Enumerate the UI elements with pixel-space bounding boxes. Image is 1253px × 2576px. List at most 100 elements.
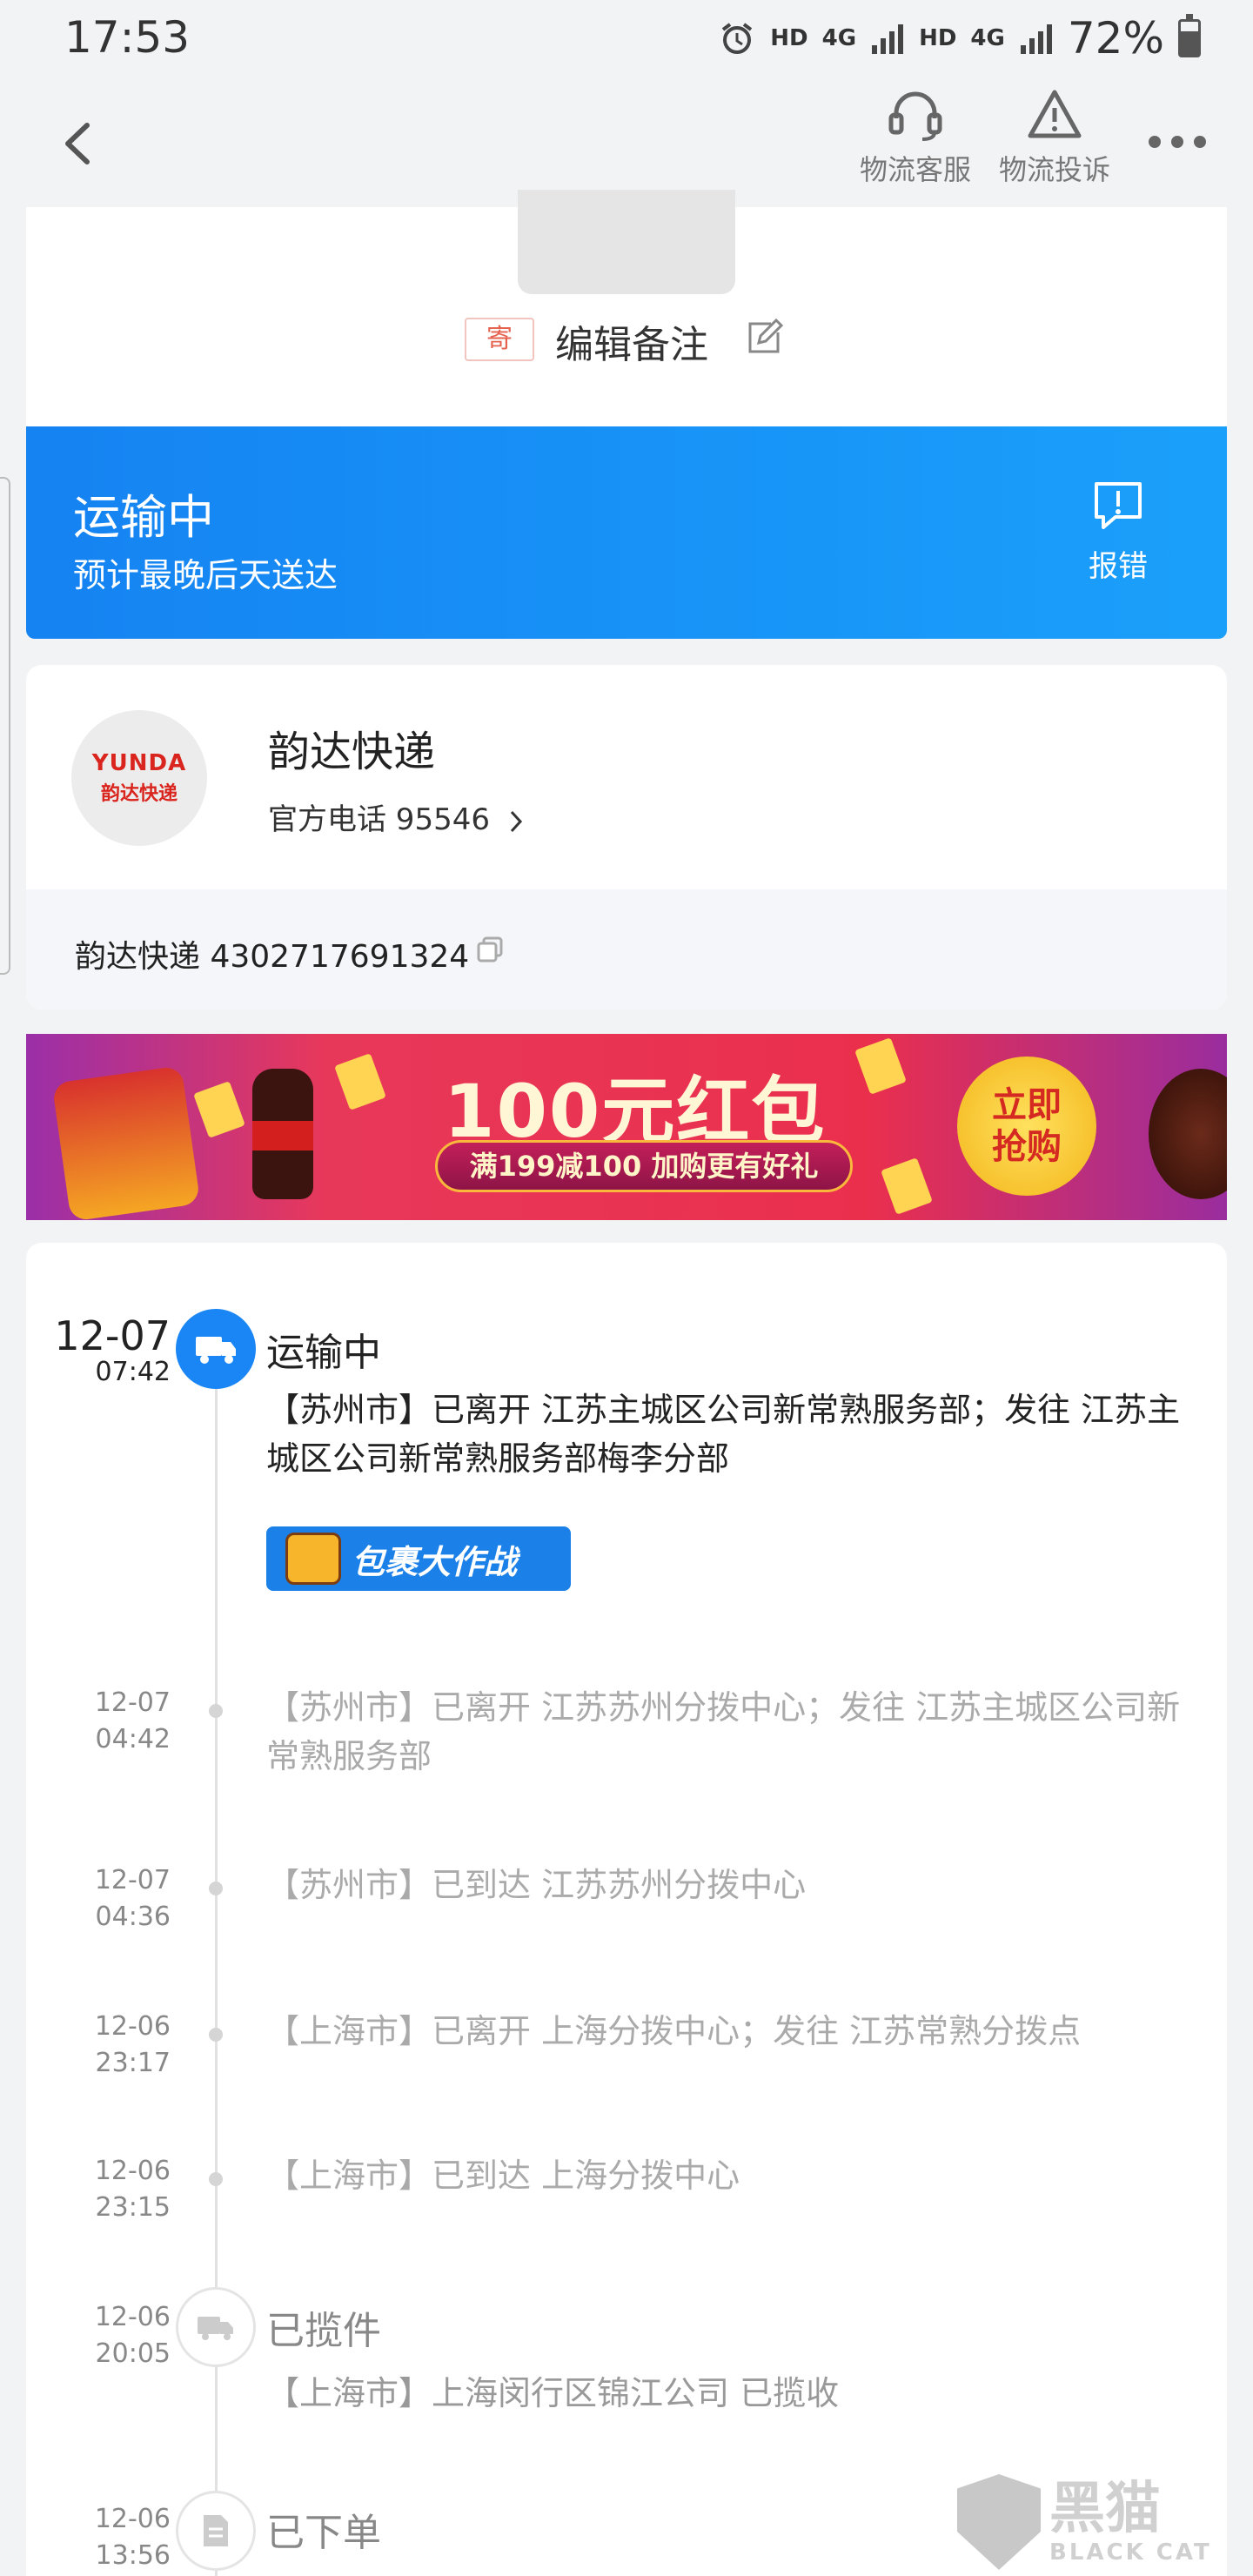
chevron-right-icon xyxy=(510,810,522,832)
timeline-date: 12-07 04:42 xyxy=(31,1685,171,1758)
carrier-phone-text: 官方电话 95546 xyxy=(268,802,490,837)
alarm-icon xyxy=(722,23,753,54)
status-title: 运输中 xyxy=(73,490,214,545)
event-date: 12-06 xyxy=(94,2011,171,2042)
black-cat-watermark: 黑猫 BLACK CAT xyxy=(957,2468,1218,2576)
tracking-timeline: 12-07 07:42 运输中 【苏州市】已离开 江苏主城区公司新常熟服务部；发… xyxy=(26,1243,1227,2576)
hd-label: HD xyxy=(770,25,808,51)
copy-icon[interactable] xyxy=(475,935,505,964)
timeline-date: 12-06 13:56 xyxy=(31,2501,171,2574)
timeline-date: 12-06 23:15 xyxy=(31,2153,171,2226)
pickup-truck-icon xyxy=(176,2287,256,2367)
back-button[interactable] xyxy=(52,113,104,174)
timeline-event-text: 【上海市】已到达 上海分拨中心 xyxy=(266,2157,740,2195)
buy-now-label: 立即抢购 xyxy=(992,1085,1062,1167)
complaint-button[interactable]: 物流投诉 xyxy=(968,85,1142,188)
timeline-date: 12-06 20:05 xyxy=(31,2299,171,2372)
battery-icon xyxy=(1178,14,1201,57)
event-time: 04:36 xyxy=(95,1902,171,1932)
timeline-dot xyxy=(209,2028,223,2042)
event-time: 23:15 xyxy=(95,2192,171,2223)
more-dot xyxy=(1194,136,1206,148)
event-date: 12-06 xyxy=(94,2156,171,2186)
timeline-date: 12-07 04:36 xyxy=(31,1862,171,1935)
more-dot xyxy=(1171,136,1183,148)
timeline-dot xyxy=(209,2172,223,2186)
carrier-name: 韵达快递 xyxy=(268,728,436,776)
buy-now-button[interactable]: 立即抢购 xyxy=(957,1057,1096,1196)
back-arrow-icon xyxy=(65,123,90,164)
logo-text-en: YUNDA xyxy=(91,750,187,776)
screen-edge-marker xyxy=(0,477,10,975)
event-date: 12-07 xyxy=(94,1865,171,1895)
coupon-decoration xyxy=(334,1053,386,1110)
hd-label-2: HD xyxy=(919,25,957,51)
battery-percent: 72% xyxy=(1067,13,1164,64)
game-banner-label: 包裹大作战 xyxy=(352,1542,518,1581)
network-label-2: 4G xyxy=(970,25,1005,51)
coupon-decoration xyxy=(881,1157,933,1215)
event-time: 13:56 xyxy=(95,2540,171,2571)
food-bowl-image xyxy=(1149,1069,1227,1199)
coupon-decoration xyxy=(193,1081,245,1138)
watermark-cn: 黑猫 xyxy=(1049,2477,1161,2541)
nav-bar: 物流客服 物流投诉 xyxy=(0,77,1253,207)
watermark-text: 黑猫 BLACK CAT xyxy=(1049,2479,1212,2566)
sender-tag: 寄 xyxy=(465,318,534,361)
timeline-dot xyxy=(209,1882,223,1895)
coupon-decoration xyxy=(854,1037,907,1095)
status-subtitle: 预计最晚后天送达 xyxy=(73,556,338,594)
timeline-event-text: 【苏州市】已到达 江苏苏州分拨中心 xyxy=(266,1866,807,1904)
edit-note-link[interactable]: 编辑备注 xyxy=(555,313,708,369)
report-error-button[interactable]: 报错 xyxy=(1079,477,1157,585)
event-date: 12-06 xyxy=(94,2504,171,2534)
battery-fill xyxy=(1181,30,1198,55)
status-time: 17:53 xyxy=(64,12,191,63)
carrier-phone-link[interactable]: 官方电话 95546 xyxy=(268,795,526,838)
report-label: 报错 xyxy=(1089,549,1148,584)
status-bar: 17:53 HD 4G HD 4G 72% xyxy=(0,0,1253,77)
timeline-date-current: 12-07 07:42 xyxy=(31,1312,171,1391)
signal-icon-2 xyxy=(1020,24,1052,54)
timeline-line xyxy=(215,1356,218,2576)
promo-banner[interactable]: 100元红包 满199减100 加购更有好礼 立即抢购 xyxy=(26,1034,1227,1220)
network-label: 4G xyxy=(821,25,857,51)
game-mascot-icon xyxy=(285,1533,341,1585)
headset-icon xyxy=(888,91,942,141)
package-thumbnail xyxy=(518,190,735,294)
warning-triangle-icon xyxy=(1028,90,1082,138)
report-icon xyxy=(1095,482,1142,529)
event-date: 12-06 xyxy=(94,2302,171,2332)
complaint-label: 物流投诉 xyxy=(998,153,1110,186)
cat-shield-icon xyxy=(957,2474,1041,2570)
package-card: 寄 编辑备注 xyxy=(26,190,1227,426)
event-date: 12-07 xyxy=(94,1687,171,1718)
more-dots-icon xyxy=(1149,136,1161,148)
tracking-number: 韵达快递 4302717691324 xyxy=(75,939,470,975)
pickup-text: 【上海市】上海闵行区锦江公司 已揽收 xyxy=(266,2374,840,2412)
current-status-text: 【苏州市】已离开 江苏主城区公司新常熟服务部；发往 江苏主城区公司新常熟服务部梅… xyxy=(266,1391,1181,1478)
truck-icon xyxy=(176,1309,256,1389)
timeline-dot xyxy=(209,1704,223,1718)
cola-bottle-image xyxy=(252,1069,313,1199)
event-date: 12-07 xyxy=(54,1312,171,1359)
customer-service-label: 物流客服 xyxy=(859,153,971,186)
watermark-en: BLACK CAT xyxy=(1049,2539,1212,2566)
order-title: 已下单 xyxy=(266,2511,381,2555)
package-game-banner[interactable]: 包裹大作战 xyxy=(266,1526,571,1591)
event-time: 07:42 xyxy=(95,1357,171,1387)
edit-icon[interactable] xyxy=(745,318,784,357)
signal-icon xyxy=(872,24,904,54)
status-icons: HD 4G HD 4G 72% xyxy=(718,12,1201,64)
promo-subtitle-pill: 满199减100 加购更有好礼 xyxy=(435,1140,853,1192)
pickup-title: 已揽件 xyxy=(266,2309,381,2353)
event-time: 23:17 xyxy=(95,2048,171,2078)
timeline-event-text: 【上海市】已离开 上海分拨中心；发往 江苏常熟分拨点 xyxy=(266,2012,1082,2050)
logo-text-cn: 韵达快递 xyxy=(100,783,178,805)
event-time: 04:42 xyxy=(95,1724,171,1754)
shipping-status-banner: 运输中 预计最晚后天送达 报错 xyxy=(26,426,1227,639)
order-document-icon xyxy=(176,2491,256,2571)
yunda-logo: YUNDA 韵达快递 xyxy=(71,710,207,846)
current-status-title: 运输中 xyxy=(266,1331,381,1375)
more-button[interactable] xyxy=(1149,129,1209,155)
